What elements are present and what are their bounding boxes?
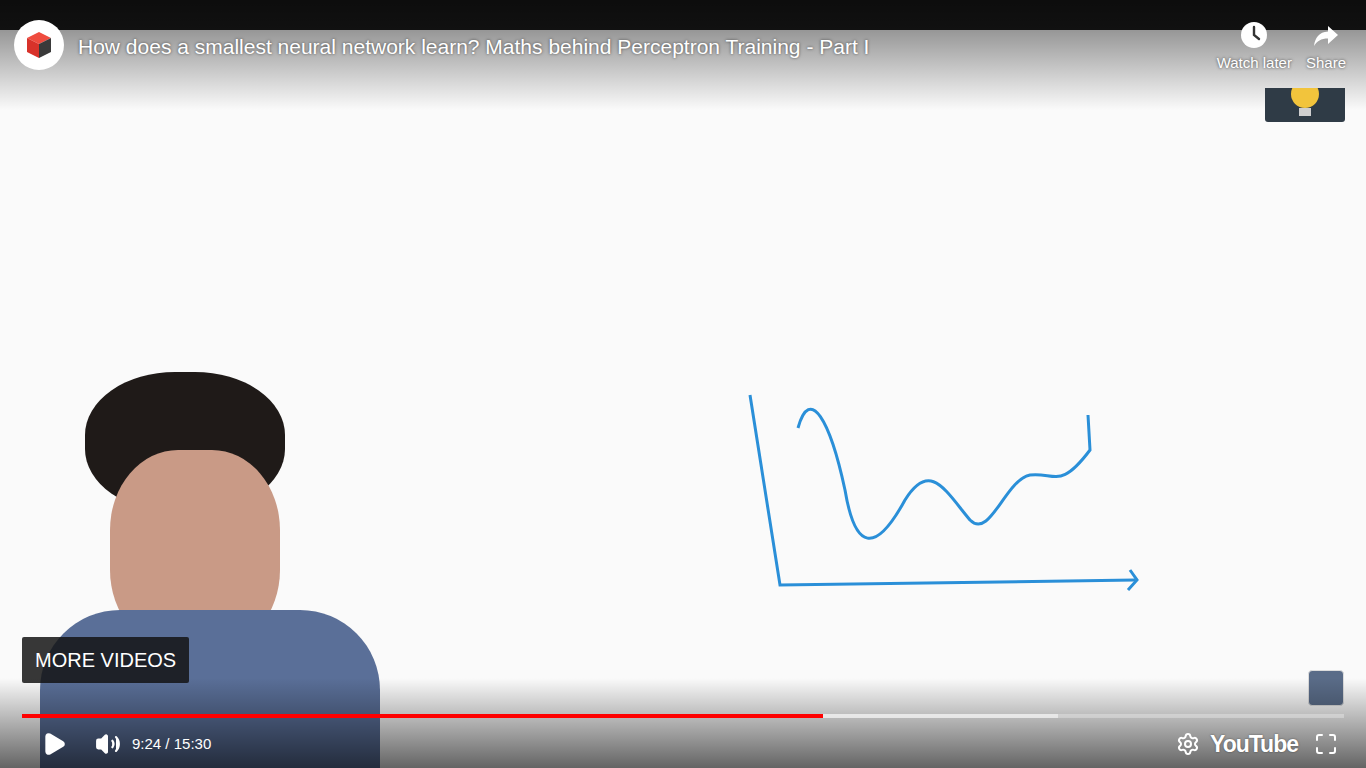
settings-button[interactable]	[1170, 726, 1206, 762]
play-icon	[41, 731, 67, 757]
progress-played	[22, 714, 823, 718]
gear-icon	[1176, 732, 1200, 756]
time-display: 9:24 / 15:30	[132, 733, 211, 756]
top-actions: Watch later Share	[1217, 20, 1346, 75]
top-action[interactable]: Watch later	[1217, 20, 1292, 75]
play-button[interactable]	[36, 726, 72, 762]
top-bar: How does a smallest neural network learn…	[14, 20, 1346, 75]
lightbulb-brain-icon	[1285, 88, 1325, 122]
watch-later-icon[interactable]	[1239, 20, 1269, 50]
channel-logo[interactable]	[14, 20, 64, 70]
top-action-label: Watch later	[1217, 52, 1292, 75]
video-sketch-icon	[660, 380, 1160, 620]
video-title[interactable]: How does a smallest neural network learn…	[78, 20, 1203, 60]
cube-logo-icon	[24, 30, 54, 60]
progress-bar[interactable]	[22, 714, 1344, 718]
volume-icon	[95, 731, 121, 757]
share-icon[interactable]	[1311, 20, 1341, 50]
bottom-gradient	[0, 678, 1366, 768]
top-action[interactable]: Share	[1306, 20, 1346, 75]
channel-thumbnail[interactable]	[1265, 88, 1345, 122]
video-frame[interactable]	[0, 0, 1366, 768]
more-videos-button[interactable]: MORE VIDEOS	[22, 637, 189, 683]
volume-button[interactable]	[90, 726, 126, 762]
fullscreen-button[interactable]	[1308, 726, 1344, 762]
youtube-embed-player: How does a smallest neural network learn…	[0, 0, 1366, 768]
youtube-logo[interactable]: YouTube	[1210, 727, 1298, 762]
top-action-label: Share	[1306, 52, 1346, 75]
control-bar: 9:24 / 15:30 YouTube	[36, 726, 1344, 762]
fullscreen-icon	[1314, 732, 1338, 756]
